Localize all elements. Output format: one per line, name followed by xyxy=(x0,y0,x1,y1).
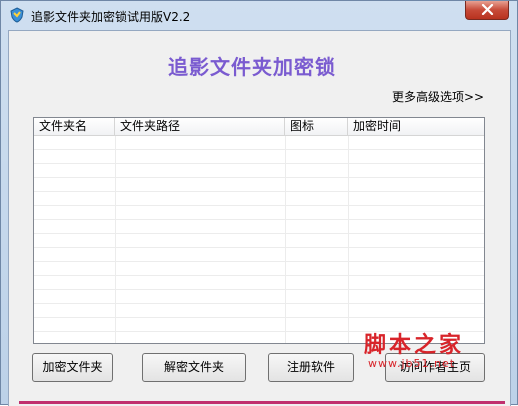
more-options-link[interactable]: 更多高级选项>> xyxy=(392,88,484,105)
register-software-button[interactable]: 注册软件 xyxy=(268,353,354,382)
list-gridline-row xyxy=(34,220,484,234)
list-gridline-row xyxy=(34,164,484,178)
list-gridline-row xyxy=(34,206,484,220)
list-gridline-row xyxy=(34,192,484,206)
list-gridline-row xyxy=(34,290,484,304)
list-gridline-row xyxy=(34,234,484,248)
list-gridline-column xyxy=(285,136,286,343)
list-gridline-row xyxy=(34,248,484,262)
list-gridline-row xyxy=(34,276,484,290)
list-gridline-column xyxy=(348,136,349,343)
column-header-icon[interactable]: 图标 xyxy=(285,118,348,135)
visit-author-homepage-button[interactable]: 访问作者主页 xyxy=(385,353,485,382)
list-gridline-row xyxy=(34,136,484,150)
app-window: 追影文件夹加密锁试用版V2.2 追影文件夹加密锁 更多高级选项>> 文件夹名 文… xyxy=(0,0,518,406)
column-header-encrypt-time[interactable]: 加密时间 xyxy=(348,118,484,135)
bottom-accent-bar xyxy=(19,401,505,404)
list-header: 文件夹名 文件夹路径 图标 加密时间 xyxy=(34,118,484,136)
list-gridline-row xyxy=(34,178,484,192)
column-header-folder-path[interactable]: 文件夹路径 xyxy=(115,118,285,135)
title-bar[interactable]: 追影文件夹加密锁试用版V2.2 xyxy=(1,1,517,29)
window-title: 追影文件夹加密锁试用版V2.2 xyxy=(31,10,191,24)
column-header-folder-name[interactable]: 文件夹名 xyxy=(34,118,115,135)
folder-list[interactable]: 文件夹名 文件夹路径 图标 加密时间 xyxy=(33,117,485,344)
list-gridline-column xyxy=(115,136,116,343)
list-gridline-row xyxy=(34,150,484,164)
client-area: 追影文件夹加密锁 更多高级选项>> 文件夹名 文件夹路径 图标 加密时间 加密文… xyxy=(8,30,511,406)
encrypt-folder-button[interactable]: 加密文件夹 xyxy=(32,353,113,382)
list-gridline-row xyxy=(34,304,484,318)
list-body[interactable] xyxy=(34,136,484,343)
list-gridline-row xyxy=(34,332,484,343)
close-icon xyxy=(481,4,494,15)
app-shield-icon xyxy=(9,7,25,23)
app-heading: 追影文件夹加密锁 xyxy=(168,55,336,79)
list-gridline-row xyxy=(34,318,484,332)
list-gridline-row xyxy=(34,262,484,276)
decrypt-folder-button[interactable]: 解密文件夹 xyxy=(142,353,246,382)
close-button[interactable] xyxy=(465,1,509,20)
